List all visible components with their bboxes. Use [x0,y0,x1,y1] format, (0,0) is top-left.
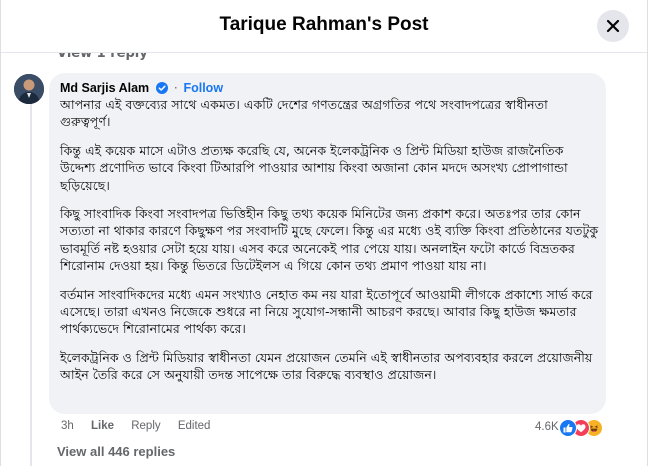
modal-header: Tarique Rahman's Post [1,0,647,53]
comment-timestamp[interactable]: 3h [61,420,74,432]
reply-button[interactable]: Reply [131,420,160,432]
post-modal: View 1 reply Tarique Rahman's Post Md Sa… [0,0,648,466]
modal-title: Tarique Rahman's Post [219,14,429,35]
comment-paragraph: বর্তমান সাংবাদিকদের মধ্যে এমন সংখ্যাও নে… [60,286,593,337]
comment-paragraph: আপনার এই বক্তব্যের সাথে একমত। একটি দেশের… [60,97,548,130]
comment-paragraph: কিন্তু এই কয়েক মাসে এটাও প্রত্যক্ষ করেছ… [60,142,568,193]
reaction-count: 4.6K [535,421,559,433]
thread-line [30,104,32,466]
view-all-replies-link[interactable]: View all 446 replies [57,444,175,459]
close-button[interactable] [597,10,629,42]
comment-paragraph: কিছু সাংবাদিক কিংবা সংবাদপত্র ভিত্তিহীন … [60,206,599,274]
comment-text: আপনার এই বক্তব্যের সাথে একমত। একটি দেশের… [60,96,600,395]
scrollbar[interactable] [639,52,645,466]
comment-author-row: Md Sarjis Alam · Follow [60,80,223,96]
follow-button[interactable]: Follow [183,81,223,95]
avatar[interactable] [14,74,44,104]
close-icon [606,19,620,33]
comment-bubble: Md Sarjis Alam · Follow আপনার এই বক্তব্য… [49,73,606,414]
comment-author-name[interactable]: Md Sarjis Alam [60,81,149,95]
edited-label[interactable]: Edited [178,420,211,432]
like-button[interactable]: Like [91,420,114,432]
comment-paragraph: ইলেকট্রনিক ও প্রিন্ট মিডিয়ার স্বাধীনতা … [60,349,593,383]
separator-dot: · [173,81,178,95]
like-reaction-icon [559,419,577,437]
comment-actions: 3h Like Reply Edited [61,420,224,432]
